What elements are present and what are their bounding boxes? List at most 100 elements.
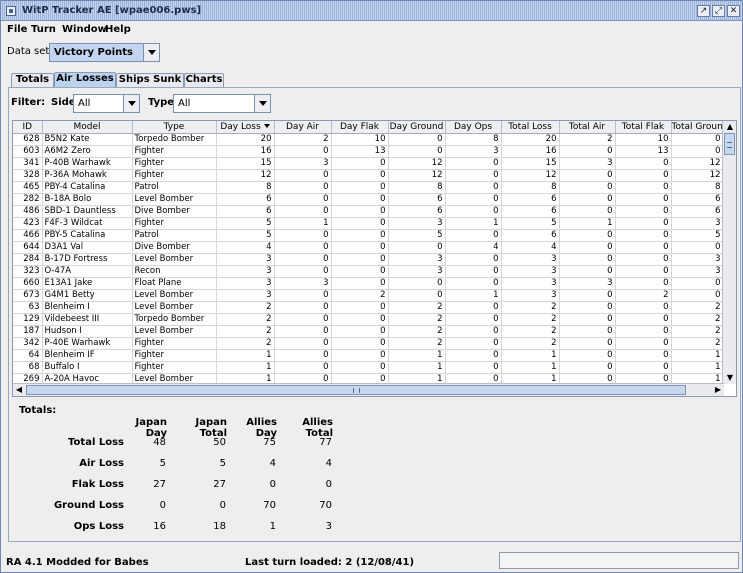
- table-cell: 8: [388, 181, 446, 194]
- table-cell: 0: [559, 145, 616, 158]
- table-cell: 3: [388, 253, 446, 266]
- column-header-day-ground[interactable]: Day Ground: [388, 121, 446, 134]
- column-header-type[interactable]: Type: [132, 121, 217, 134]
- totals-value: 4: [325, 458, 332, 469]
- dataset-label: Data set:: [7, 46, 53, 57]
- column-header-model[interactable]: Model: [42, 121, 133, 134]
- chevron-down-icon[interactable]: [254, 95, 270, 112]
- menu-help[interactable]: Help: [105, 24, 131, 35]
- dataset-select[interactable]: Victory Points: [49, 43, 160, 62]
- column-header-day-air[interactable]: Day Air: [274, 121, 332, 134]
- horizontal-scrollbar[interactable]: ◀ ▶: [13, 383, 724, 396]
- scroll-right-icon[interactable]: ▶: [712, 384, 724, 396]
- tab-totals[interactable]: Totals: [11, 73, 54, 87]
- table-cell: 0: [559, 229, 616, 242]
- table-cell: 0: [331, 193, 389, 206]
- column-header-id[interactable]: ID: [13, 121, 43, 134]
- table-row[interactable]: 423 F4F-3 Wildcat Fighter 5 1 0 3 1 5 1 0 3: [13, 217, 724, 230]
- table-row[interactable]: 465 PBY-4 Catalina Patrol 8 0 0 8 0 8 0 0 8: [13, 181, 724, 194]
- tab-charts[interactable]: Charts: [184, 73, 224, 87]
- column-header-total-air[interactable]: Total Air: [559, 121, 616, 134]
- totals-value: 5: [159, 458, 166, 469]
- air-losses-table[interactable]: ID Model Type Day Loss Day Air Day Flak Day Gr…: [12, 120, 737, 397]
- table-row[interactable]: 68 Buffalo I Fighter 1 0 0 1 0 1 0 0 1: [13, 361, 724, 374]
- vertical-scrollbar[interactable]: ▲ ▼: [722, 121, 736, 384]
- scroll-left-icon[interactable]: ◀: [13, 384, 25, 396]
- table-cell: 3: [388, 217, 446, 230]
- table-row[interactable]: 284 B-17D Fortress Level Bomber 3 0 0 3 0 3 0 0 3: [13, 253, 724, 266]
- table-cell: 20: [501, 133, 560, 146]
- table-cell: Level Bomber: [132, 193, 217, 206]
- column-header-day-loss[interactable]: Day Loss: [216, 121, 275, 134]
- table-row[interactable]: 187 Hudson I Level Bomber 2 0 0 2 0 2 0 0 2: [13, 325, 724, 338]
- tab-air-losses[interactable]: Air Losses: [54, 72, 116, 87]
- menu-file[interactable]: File: [7, 24, 27, 35]
- table-row[interactable]: 660 E13A1 Jake Float Plane 3 3 0 0 0 3 3 0 0: [13, 277, 724, 290]
- table-row[interactable]: 282 B-18A Bolo Level Bomber 6 0 0 6 0 6 0 0 6: [13, 193, 724, 206]
- table-cell: Level Bomber: [132, 253, 217, 266]
- table-cell: 2: [671, 301, 724, 314]
- table-row[interactable]: 129 Vildebeest III Torpedo Bomber 2 0 0 2 0 2 0 0 2: [13, 313, 724, 326]
- table-row[interactable]: 328 P-36A Mohawk Fighter 12 0 0 12 0 12 0 0 12: [13, 169, 724, 182]
- column-header-day-flak[interactable]: Day Flak: [331, 121, 389, 134]
- table-row[interactable]: 603 A6M2 Zero Fighter 16 0 13 0 3 16 0 13 0: [13, 145, 724, 158]
- table-cell: 0: [559, 193, 616, 206]
- table-row[interactable]: 342 P-40E Warhawk Fighter 2 0 0 2 0 2 0 0 2: [13, 337, 724, 350]
- table-row[interactable]: 341 P-40B Warhawk Fighter 15 3 0 12 0 15 3 0 12: [13, 157, 724, 170]
- table-cell: 0: [274, 361, 332, 374]
- table-cell: 0: [274, 229, 332, 242]
- table-row[interactable]: 64 Blenheim IF Fighter 1 0 0 1 0 1 0 0 1: [13, 349, 724, 362]
- column-header-total-flak[interactable]: Total Flak: [615, 121, 672, 134]
- table-cell: 0: [615, 205, 672, 218]
- table-cell: Torpedo Bomber: [132, 133, 217, 146]
- table-cell: 6: [216, 193, 275, 206]
- table-cell: 2: [671, 313, 724, 326]
- scroll-up-icon[interactable]: ▲: [724, 121, 736, 133]
- table-cell: 0: [445, 229, 502, 242]
- table-cell: 673: [13, 289, 43, 302]
- totals-row-label: Ground Loss: [53, 500, 124, 511]
- table-row[interactable]: 486 SBD-1 Dauntless Dive Bomber 6 0 0 6 0 6 0 0 6: [13, 205, 724, 218]
- chevron-down-icon[interactable]: [123, 95, 139, 112]
- table-cell: 0: [274, 325, 332, 338]
- totals-col-japan-day: Japan Day: [135, 417, 168, 439]
- minimize-icon[interactable]: ↗: [697, 5, 710, 17]
- scroll-down-icon[interactable]: ▼: [724, 372, 736, 384]
- table-row[interactable]: 673 G4M1 Betty Level Bomber 3 0 2 0 1 3 0 2 0: [13, 289, 724, 302]
- horizontal-scroll-thumb[interactable]: [26, 385, 686, 395]
- table-cell: 2: [388, 337, 446, 350]
- type-select[interactable]: All: [173, 94, 271, 113]
- vertical-scroll-thumb[interactable]: [724, 133, 735, 155]
- tab-ships-sunk[interactable]: Ships Sunk: [116, 73, 184, 87]
- table-cell: Fighter: [132, 349, 217, 362]
- table-cell: 0: [274, 253, 332, 266]
- menu-turn[interactable]: Turn: [31, 24, 56, 35]
- table-cell: 0: [559, 349, 616, 362]
- table-row[interactable]: 323 O-47A Recon 3 0 0 3 0 3 0 0 3: [13, 265, 724, 278]
- table-cell: 0: [615, 337, 672, 350]
- table-cell: 6: [501, 193, 560, 206]
- table-cell: 16: [216, 145, 275, 158]
- side-select[interactable]: All: [73, 94, 140, 113]
- title-bar[interactable]: WitP Tracker AE [wpae006.pws] ↗ ⤢ ✕: [1, 1, 742, 21]
- table-cell: 2: [671, 337, 724, 350]
- table-cell: 5: [671, 229, 724, 242]
- table-cell: 0: [559, 205, 616, 218]
- menu-window[interactable]: Window: [62, 24, 107, 35]
- table-row[interactable]: 628 B5N2 Kate Torpedo Bomber 20 2 10 0 8 20 2 10 0: [13, 133, 724, 146]
- column-header-total-loss[interactable]: Total Loss: [501, 121, 560, 134]
- table-cell: O-47A: [42, 265, 133, 278]
- chevron-down-icon[interactable]: [143, 44, 159, 61]
- maximize-icon[interactable]: ⤢: [712, 5, 725, 17]
- table-row[interactable]: 466 PBY-5 Catalina Patrol 5 0 0 5 0 6 0 0 5: [13, 229, 724, 242]
- column-header-day-ops[interactable]: Day Ops: [445, 121, 502, 134]
- table-cell: Blenheim I: [42, 301, 133, 314]
- table-row[interactable]: 644 D3A1 Val Dive Bomber 4 0 0 0 4 4 0 0 0: [13, 241, 724, 254]
- close-icon[interactable]: ✕: [727, 5, 740, 17]
- table-cell: 3: [671, 253, 724, 266]
- column-header-total-ground[interactable]: Total Ground: [671, 121, 724, 134]
- column-header-label: Day Air: [286, 121, 319, 132]
- table-cell: G4M1 Betty: [42, 289, 133, 302]
- table-row[interactable]: 63 Blenheim I Level Bomber 2 0 0 2 0 2 0 0 2: [13, 301, 724, 314]
- table-cell: 0: [388, 289, 446, 302]
